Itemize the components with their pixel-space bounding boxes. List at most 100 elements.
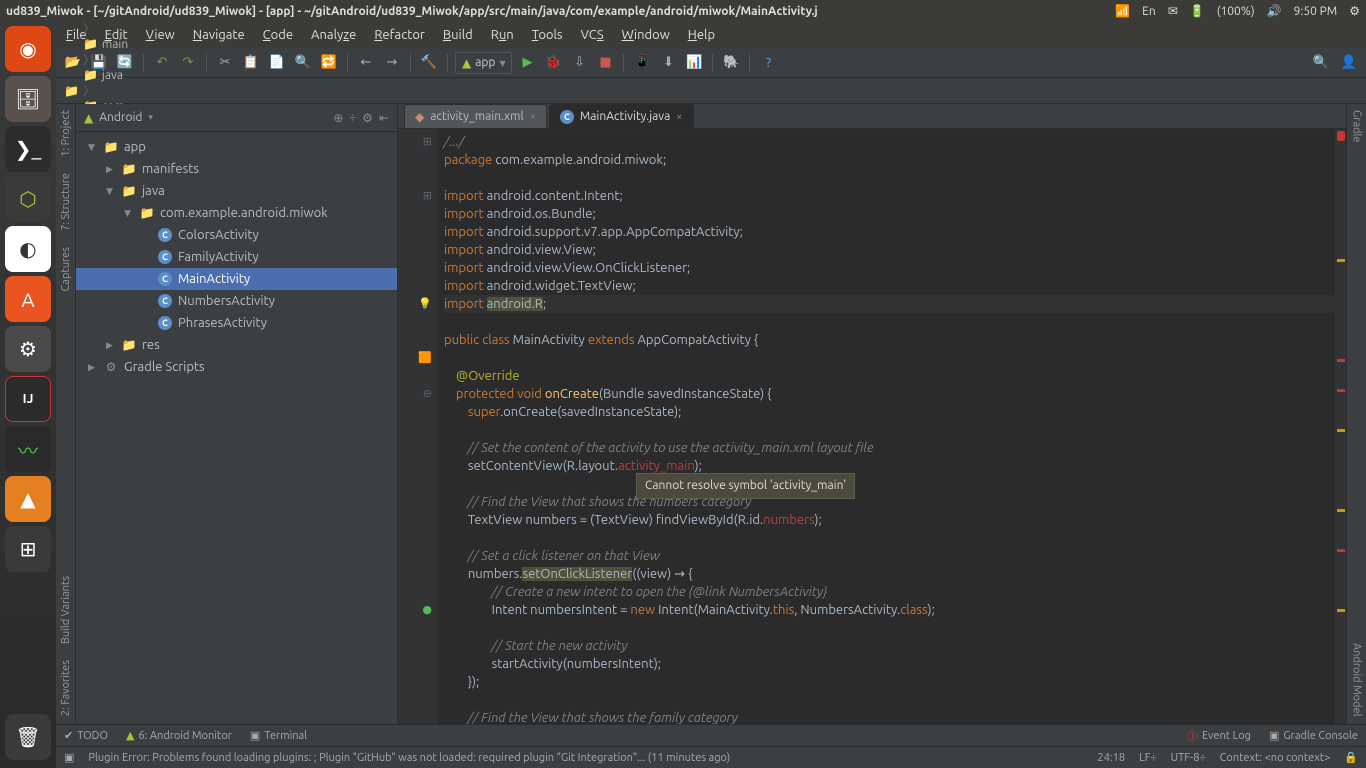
system-tray: 📶 En ✉ 🔋 (100%) 🔊 9:50 PM ⚙ — [1115, 4, 1360, 18]
launcher-vlc[interactable]: ▲ — [5, 476, 51, 522]
paste-icon[interactable]: 📄 — [266, 52, 288, 74]
ide-window: File Edit View Navigate Code Analyze Ref… — [56, 22, 1366, 768]
code-content[interactable]: /.../ package com.example.android.miwok;… — [438, 129, 1334, 724]
menu-run[interactable]: Run — [491, 28, 514, 42]
tool-captures[interactable]: Captures — [60, 247, 72, 291]
launcher-dash[interactable]: ◉ — [5, 26, 51, 72]
tool-android-monitor[interactable]: ▲ 6: Android Monitor — [126, 729, 232, 742]
menu-tools[interactable]: Tools — [532, 28, 563, 42]
back-icon[interactable]: ← — [355, 52, 377, 74]
project-view-selector[interactable]: Android — [99, 111, 142, 124]
tool-gradle[interactable]: Gradle — [1351, 110, 1363, 143]
tree-node[interactable]: CColorsActivity — [76, 224, 397, 246]
launcher-monitor[interactable]: 〰 — [5, 426, 51, 472]
attach-icon[interactable]: ⇩ — [568, 52, 590, 74]
menu-window[interactable]: Window — [622, 28, 670, 42]
redo-icon[interactable]: ↷ — [177, 52, 199, 74]
scroll-from-source-icon[interactable]: ⊕ — [333, 111, 343, 125]
status-icon[interactable]: ▣ — [64, 751, 74, 764]
tool-gradle-console[interactable]: ▣ Gradle Console — [1269, 728, 1358, 744]
tree-node[interactable]: CFamilyActivity — [76, 246, 397, 268]
tree-node[interactable]: CNumbersActivity — [76, 290, 397, 312]
launcher-workspace[interactable]: ⊞ — [5, 526, 51, 572]
line-ending[interactable]: LF÷ — [1139, 752, 1157, 764]
breadcrumb-item[interactable]: 📁java — [83, 68, 178, 82]
file-encoding[interactable]: UTF-8÷ — [1171, 752, 1206, 764]
stop-icon[interactable]: ■ — [594, 52, 616, 74]
gear-icon[interactable]: ⚙ — [1349, 4, 1360, 18]
volume-icon[interactable]: 🔊 — [1267, 4, 1282, 18]
window-title: ud839_Miwok - [~/gitAndroid/ud839_Miwok]… — [6, 5, 818, 18]
tree-node[interactable]: ▶📁res — [76, 334, 397, 356]
tree-node[interactable]: ▼📁app — [76, 136, 397, 158]
caret-position[interactable]: 24:18 — [1098, 752, 1126, 764]
tree-node[interactable]: ▶⚙Gradle Scripts — [76, 356, 397, 378]
debug-icon[interactable]: 🐞 — [542, 52, 564, 74]
launcher-software[interactable]: A — [5, 276, 51, 322]
copy-icon[interactable]: 📋 — [240, 52, 262, 74]
lang-indicator[interactable]: En — [1142, 5, 1156, 18]
ddms-icon[interactable]: 📊 — [683, 52, 705, 74]
menu-vcs[interactable]: VCS — [581, 28, 604, 42]
lock-icon[interactable]: 🔒 — [1344, 751, 1358, 764]
replace-icon[interactable]: 🔁 — [318, 52, 340, 74]
error-stripe[interactable] — [1334, 129, 1346, 724]
launcher-settings[interactable]: ⚙ — [5, 326, 51, 372]
editor-tab[interactable]: ◆activity_main.xml× — [404, 104, 547, 128]
nav-home-icon[interactable]: 📁 — [64, 84, 79, 98]
run-config-selector[interactable]: ▲app▾ — [455, 52, 512, 74]
hide-icon[interactable]: ⇤ — [379, 111, 389, 125]
mail-icon[interactable]: ✉ — [1168, 4, 1178, 18]
tool-structure[interactable]: 7: Structure — [60, 173, 72, 231]
make-icon[interactable]: 🔨 — [418, 52, 440, 74]
gear-icon[interactable]: ⚙ — [362, 111, 373, 125]
sdk-icon[interactable]: ⬇ — [657, 52, 679, 74]
tool-project[interactable]: 1: Project — [60, 110, 72, 157]
search-everywhere-icon[interactable]: 🔍 — [1310, 52, 1332, 74]
avatar-icon[interactable]: 👤 — [1338, 52, 1360, 74]
clock[interactable]: 9:50 PM — [1294, 5, 1338, 18]
launcher-chrome[interactable]: ◐ — [5, 226, 51, 272]
launcher-intellij[interactable]: IJ — [5, 376, 51, 422]
tool-android-model[interactable]: Android Model — [1351, 643, 1363, 716]
launcher-trash[interactable]: 🗑 — [5, 714, 51, 760]
find-icon[interactable]: 🔍 — [292, 52, 314, 74]
editor-tab[interactable]: CMainActivity.java× — [549, 104, 694, 128]
tool-todo[interactable]: ✔ TODO — [64, 729, 108, 742]
collapse-icon[interactable]: ÷ — [349, 111, 356, 125]
tree-node[interactable]: ▶📁manifests — [76, 158, 397, 180]
tree-node[interactable]: ▼📁java — [76, 180, 397, 202]
unity-launcher: ◉ 🗄 ❯_ ⬡ ◐ A ⚙ IJ 〰 ▲ ⊞ 🗑 — [0, 22, 56, 768]
help-icon[interactable]: ? — [757, 52, 779, 74]
tree-node[interactable]: CPhrasesActivity — [76, 312, 397, 334]
tool-event-log[interactable]: ⓵ Event Log — [1187, 728, 1251, 744]
tool-terminal[interactable]: ▣ Terminal — [250, 729, 307, 742]
run-icon[interactable]: ▶ — [516, 52, 538, 74]
forward-icon[interactable]: → — [381, 52, 403, 74]
launcher-terminal[interactable]: ❯_ — [5, 126, 51, 172]
tree-node[interactable]: ▼📁com.example.android.miwok — [76, 202, 397, 224]
launcher-android-studio[interactable]: ⬡ — [5, 176, 51, 222]
code-editor[interactable]: ⊞⊞💡 🟧⊖ ● /.../ package com.example.andro… — [398, 129, 1346, 724]
menu-code[interactable]: Code — [263, 28, 293, 42]
menu-refactor[interactable]: Refactor — [374, 28, 425, 42]
sync-gradle-icon[interactable]: 🐘 — [720, 52, 742, 74]
breadcrumb-item[interactable]: 📁main — [83, 37, 178, 51]
wifi-icon[interactable]: 📶 — [1115, 4, 1130, 18]
tool-build-variants[interactable]: Build Variants — [60, 576, 72, 644]
close-tab-icon[interactable]: × — [676, 111, 682, 123]
launcher-files[interactable]: 🗄 — [5, 76, 51, 122]
context-indicator[interactable]: Context: <no context> — [1220, 752, 1331, 764]
battery-icon[interactable]: 🔋 — [1190, 4, 1205, 18]
tool-favorites[interactable]: 2: Favorites — [60, 660, 72, 716]
avd-icon[interactable]: 📱 — [631, 52, 653, 74]
close-tab-icon[interactable]: × — [530, 111, 536, 123]
menu-build[interactable]: Build — [443, 28, 473, 42]
open-icon[interactable]: 📂 — [62, 52, 84, 74]
tree-node[interactable]: CMainActivity — [76, 268, 397, 290]
menu-help[interactable]: Help — [688, 28, 715, 42]
menu-analyze[interactable]: Analyze — [311, 28, 356, 42]
menu-navigate[interactable]: Navigate — [193, 28, 245, 42]
project-tree[interactable]: ▼📁app▶📁manifests▼📁java▼📁com.example.andr… — [76, 132, 397, 724]
cut-icon[interactable]: ✂ — [214, 52, 236, 74]
